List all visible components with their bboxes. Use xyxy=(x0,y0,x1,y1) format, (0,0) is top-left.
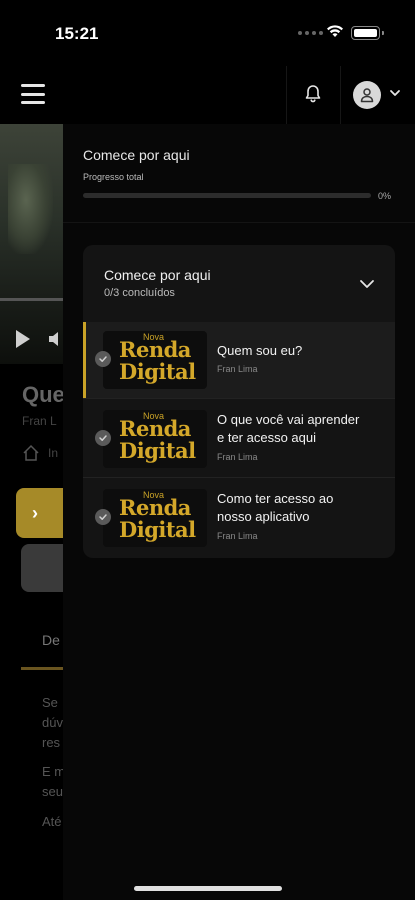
thumb-line2: Digital xyxy=(119,438,196,463)
description-text: Se xyxy=(42,695,58,710)
lesson-item[interactable]: Nova Renda Digital O que você vai aprend… xyxy=(83,401,395,477)
lesson-item[interactable]: Nova Renda Digital Quem sou eu? Fran Lim… xyxy=(83,322,395,398)
check-icon[interactable] xyxy=(95,351,111,367)
lesson-author-partial: Fran L xyxy=(22,414,57,428)
lesson-author: Fran Lima xyxy=(217,531,258,541)
breadcrumb-partial: In xyxy=(48,446,59,460)
lesson-title-line2: nosso aplicativo xyxy=(217,509,310,524)
secondary-button[interactable] xyxy=(21,544,63,592)
progress-bar xyxy=(83,193,371,198)
description-text: dúv xyxy=(42,715,63,730)
video-player[interactable] xyxy=(0,124,63,364)
home-indicator[interactable] xyxy=(134,886,282,891)
progress-percent: 0% xyxy=(378,191,392,201)
check-icon[interactable] xyxy=(95,430,111,446)
lesson-author: Fran Lima xyxy=(217,364,258,374)
thumb-line2: Digital xyxy=(119,517,196,542)
lesson-title-line1: Como ter acesso ao xyxy=(217,491,334,506)
module-title[interactable]: Comece por aqui xyxy=(104,267,211,283)
thumb-line1: Renda xyxy=(119,416,191,441)
thumb-line2: Digital xyxy=(119,359,196,384)
description-text: seu xyxy=(42,784,63,799)
wifi-icon xyxy=(327,25,343,37)
signal-dots-icon xyxy=(298,31,323,35)
video-progress-bar[interactable] xyxy=(0,298,63,301)
bell-icon[interactable] xyxy=(304,84,322,104)
lesson-thumbnail: Nova Renda Digital xyxy=(103,331,207,389)
module-progress-count: 0/3 concluídos xyxy=(104,287,175,299)
chevron-right-icon: › xyxy=(32,503,38,523)
divider xyxy=(63,222,415,223)
lesson-title-partial: Que xyxy=(22,382,63,407)
progress-label: Progresso total xyxy=(83,172,144,182)
lesson-thumbnail: Nova Renda Digital xyxy=(103,489,207,547)
thumb-line1: Renda xyxy=(119,495,191,520)
header-divider xyxy=(340,66,341,132)
background-lesson-page: Que Fran L In › De Se dúv res E m seu At… xyxy=(0,124,63,900)
thumb-line1: Renda xyxy=(119,337,191,362)
description-text: E m xyxy=(42,764,63,779)
app-header xyxy=(0,66,415,132)
lesson-title: Quem sou eu? xyxy=(217,343,303,358)
tab-indicator xyxy=(21,667,63,670)
course-drawer: Comece por aqui Progresso total 0% Comec… xyxy=(63,124,415,900)
divider xyxy=(83,398,395,399)
battery-icon xyxy=(351,26,384,40)
drawer-title: Comece por aqui xyxy=(83,147,190,163)
lesson-title-line1: O que você vai aprender xyxy=(217,412,360,427)
user-icon[interactable] xyxy=(353,81,381,109)
description-text: res xyxy=(42,735,61,750)
status-bar: 15:21 xyxy=(0,0,415,66)
next-lesson-button[interactable]: › xyxy=(16,488,63,538)
chevron-down-icon[interactable] xyxy=(389,88,401,98)
lesson-title-line2: e ter acesso aqui xyxy=(217,430,317,445)
play-icon[interactable] xyxy=(14,329,32,349)
check-icon[interactable] xyxy=(95,509,111,525)
divider xyxy=(83,477,395,478)
description-text: Até xyxy=(42,814,62,829)
user-glyph-icon xyxy=(360,88,374,103)
chevron-down-icon[interactable] xyxy=(359,278,375,290)
status-time: 15:21 xyxy=(55,24,99,43)
home-icon[interactable] xyxy=(22,444,40,462)
tab-description[interactable]: De xyxy=(42,632,60,648)
lesson-item[interactable]: Nova Renda Digital Como ter acesso ao no… xyxy=(83,480,395,556)
header-divider xyxy=(286,66,287,132)
volume-icon[interactable] xyxy=(47,330,63,348)
lesson-thumbnail: Nova Renda Digital xyxy=(103,410,207,468)
hamburger-icon[interactable] xyxy=(21,84,45,104)
module-card: Comece por aqui 0/3 concluídos Nova Rend… xyxy=(83,245,395,558)
lesson-author: Fran Lima xyxy=(217,452,258,462)
